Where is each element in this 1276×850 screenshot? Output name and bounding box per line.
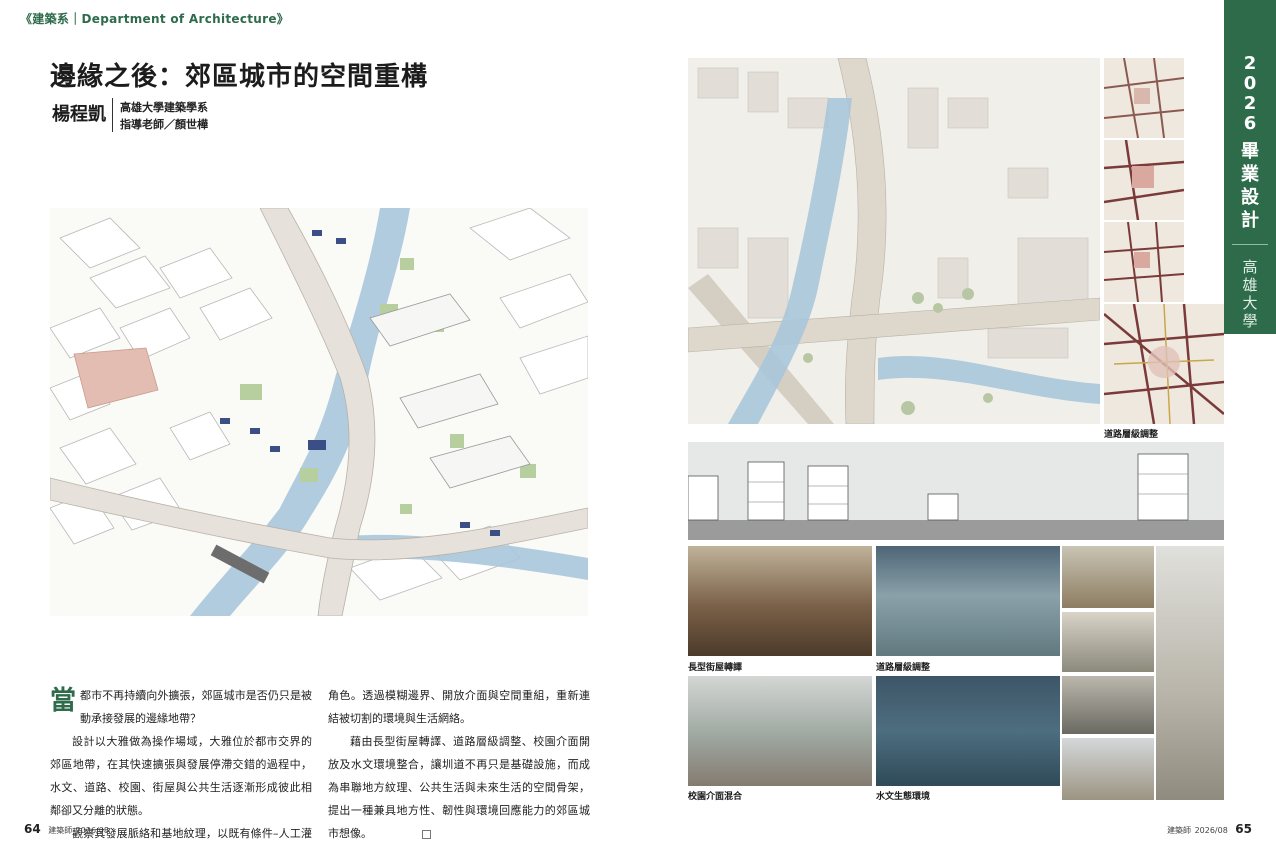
site-plan-svg (688, 58, 1100, 424)
minimap-svg-1 (1104, 58, 1184, 138)
section-tag: 《建築系｜Department of Architecture》 (20, 12, 290, 26)
road-hierarchy-map-1 (1104, 58, 1184, 138)
author-name: 楊程凱 (52, 104, 106, 125)
side-tab-year: 2 0 2 6 (1224, 54, 1276, 134)
section-svg (688, 442, 1224, 540)
author-affiliation-block: 高雄大學建築學系 指導老師／顏世樺 (120, 99, 208, 133)
render-street-house (688, 546, 872, 656)
site-plan (688, 58, 1100, 424)
magazine-name-left: 建築師 (48, 826, 73, 835)
side-tab-school: 高 雄 大 學 (1224, 258, 1276, 330)
label-char: 畢 (1241, 141, 1259, 162)
magazine-name-right: 建築師 (1167, 826, 1192, 835)
folio-left: 64 建築師 2026/08 (20, 822, 109, 836)
school-char: 高 (1242, 258, 1258, 276)
end-mark-icon (422, 829, 431, 839)
article-title: 邊緣之後：郊區城市的空間重構 (50, 62, 429, 92)
render-small-4 (1062, 738, 1154, 800)
axonometric-svg (50, 208, 588, 616)
render-small-3 (1062, 676, 1154, 734)
author-divider (112, 98, 113, 132)
school-char: 大 (1242, 294, 1258, 312)
label-char: 設 (1241, 187, 1259, 208)
caption-road-hierarchy-2: 道路層級調整 (876, 663, 931, 673)
body-column-2: 角色。透過模糊邊界、開放介面與空間重組，重新連結被切割的環境與生活網絡。 藉由長… (328, 684, 590, 845)
school-char: 學 (1242, 312, 1258, 330)
year-char: 2 (1243, 93, 1257, 114)
render-water-env (876, 676, 1060, 786)
render-road-hierarchy (876, 546, 1060, 656)
advisor: 指導老師／顏世樺 (120, 118, 208, 131)
render-campus-interface (688, 676, 872, 786)
caption-road-hierarchy: 道路層級調整 (1104, 430, 1159, 440)
caption-street-house: 長型街屋轉譯 (688, 663, 743, 673)
body-paragraph-4: 角色。透過模糊邊界、開放介面與空間重組，重新連結被切割的環境與生活網絡。 (328, 689, 590, 725)
render-small-1 (1062, 546, 1154, 608)
road-hierarchy-map-2 (1104, 140, 1184, 220)
site-section (688, 442, 1224, 540)
body-paragraph-2: 設計以大雅做為操作場域，大雅位於都市交界的郊區地帶，在其快速擴張與發展停滯交錯的… (50, 735, 312, 817)
render-small-2 (1062, 612, 1154, 672)
folio-right: 建築師 2026/08 65 (1167, 822, 1256, 836)
axonometric-drawing (50, 208, 588, 616)
label-char: 計 (1241, 210, 1259, 231)
minimap-svg-4 (1104, 304, 1224, 424)
dropcap: 當 (50, 686, 77, 716)
affiliation: 高雄大學建築學系 (120, 101, 208, 114)
side-tab-divider (1232, 244, 1268, 245)
issue-date-left: 2026/08 (75, 826, 109, 835)
label-char: 業 (1241, 164, 1259, 185)
body-paragraph-5: 藉由長型街屋轉譯、道路層級調整、校園介面開放及水文環境整合，讓圳道不再只是基礎設… (328, 735, 590, 840)
year-char: 2 (1243, 53, 1257, 74)
caption-water-env: 水文生態環境 (876, 792, 931, 802)
render-alley (1156, 546, 1224, 800)
page-number-right: 65 (1235, 822, 1252, 836)
side-tab: 2 0 2 6 畢 業 設 計 高 雄 大 學 (1224, 0, 1276, 334)
minimap-svg-3 (1104, 222, 1184, 302)
page-number-left: 64 (24, 822, 41, 836)
road-hierarchy-map-3 (1104, 222, 1184, 302)
side-tab-label: 畢 業 設 計 (1224, 140, 1276, 232)
road-hierarchy-map-4 (1104, 304, 1224, 424)
caption-campus-interface: 校園介面混合 (688, 792, 743, 802)
body-paragraph-1: 都市不再持續向外擴張，郊區城市是否仍只是被動承接發展的邊緣地帶？ (80, 689, 312, 725)
issue-date-right: 2026/08 (1194, 826, 1228, 835)
year-char: 6 (1243, 113, 1257, 134)
school-char: 雄 (1242, 276, 1258, 294)
year-char: 0 (1243, 73, 1257, 94)
minimap-svg-2 (1104, 140, 1184, 220)
